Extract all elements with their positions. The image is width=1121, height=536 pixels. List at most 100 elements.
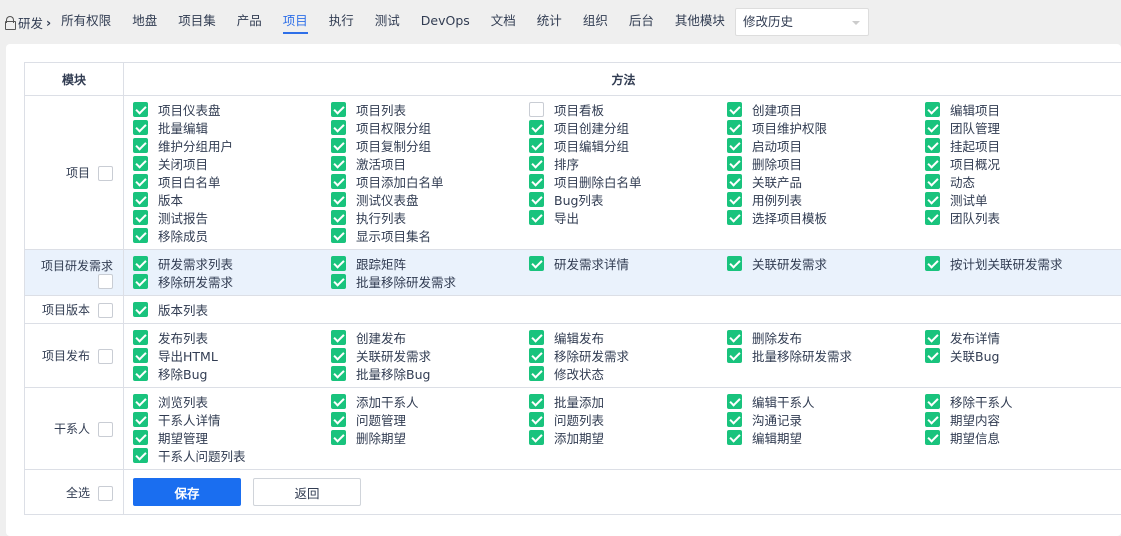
method-item[interactable]: 发布列表 (133, 330, 331, 346)
method-item[interactable]: 项目复制分组 (331, 138, 529, 154)
method-item[interactable]: 批量移除研发需求 (331, 274, 529, 290)
method-checkbox[interactable] (727, 192, 742, 207)
method-item[interactable]: 项目概况 (925, 156, 1121, 172)
method-item[interactable]: 添加期望 (529, 430, 727, 446)
select-all-checkbox[interactable] (98, 485, 113, 501)
method-checkbox[interactable] (529, 102, 544, 117)
method-checkbox[interactable] (925, 348, 940, 363)
method-item[interactable]: Bug列表 (529, 192, 727, 208)
method-checkbox[interactable] (529, 394, 544, 409)
method-checkbox[interactable] (133, 256, 148, 271)
method-item[interactable]: 项目白名单 (133, 174, 331, 190)
method-item[interactable]: 用例列表 (727, 192, 925, 208)
tab-1[interactable]: 地盘 (132, 10, 157, 34)
method-item[interactable]: 编辑干系人 (727, 394, 925, 410)
method-checkbox[interactable] (727, 330, 742, 345)
method-item[interactable]: 项目添加白名单 (331, 174, 529, 190)
module-checkbox[interactable] (98, 303, 113, 318)
method-item[interactable]: 显示项目集名 (331, 228, 529, 244)
method-checkbox[interactable] (727, 412, 742, 427)
tab-6[interactable]: 测试 (375, 10, 400, 34)
method-checkbox[interactable] (331, 156, 346, 171)
method-item[interactable]: 版本 (133, 192, 331, 208)
method-item[interactable]: 批量移除Bug (331, 366, 529, 382)
method-item[interactable]: 启动项目 (727, 138, 925, 154)
method-item[interactable]: 导出HTML (133, 348, 331, 364)
method-item[interactable]: 修改状态 (529, 366, 727, 382)
tab-2[interactable]: 项目集 (178, 10, 216, 34)
method-item[interactable]: 关联研发需求 (331, 348, 529, 364)
method-item[interactable]: 团队管理 (925, 120, 1121, 136)
method-checkbox[interactable] (331, 394, 346, 409)
method-checkbox[interactable] (529, 192, 544, 207)
method-checkbox[interactable] (529, 174, 544, 189)
method-checkbox[interactable] (727, 120, 742, 135)
method-item[interactable]: 创建项目 (727, 102, 925, 118)
method-item[interactable]: 问题列表 (529, 412, 727, 428)
method-checkbox[interactable] (133, 394, 148, 409)
module-checkbox[interactable] (98, 273, 113, 289)
method-checkbox[interactable] (925, 210, 940, 225)
method-item[interactable]: 选择项目模板 (727, 210, 925, 226)
method-checkbox[interactable] (925, 256, 940, 271)
method-checkbox[interactable] (133, 412, 148, 427)
method-item[interactable]: 测试报告 (133, 210, 331, 226)
method-checkbox[interactable] (925, 394, 940, 409)
module-checkbox[interactable] (98, 349, 113, 364)
method-checkbox[interactable] (133, 156, 148, 171)
method-item[interactable]: 挂起项目 (925, 138, 1121, 154)
method-checkbox[interactable] (529, 348, 544, 363)
method-item[interactable]: 项目创建分组 (529, 120, 727, 136)
method-item[interactable]: 关联研发需求 (727, 256, 925, 272)
history-select[interactable]: 修改历史 (735, 8, 869, 36)
method-checkbox[interactable] (331, 102, 346, 117)
method-item[interactable]: 沟通记录 (727, 412, 925, 428)
tab-4[interactable]: 项目 (282, 10, 308, 34)
method-item[interactable]: 动态 (925, 174, 1121, 190)
method-item[interactable]: 删除发布 (727, 330, 925, 346)
method-checkbox[interactable] (133, 174, 148, 189)
method-item[interactable]: 干系人详情 (133, 412, 331, 428)
method-item[interactable]: 创建发布 (331, 330, 529, 346)
method-item[interactable]: 按计划关联研发需求 (925, 256, 1121, 272)
method-item[interactable]: 跟踪矩阵 (331, 256, 529, 272)
method-checkbox[interactable] (133, 138, 148, 153)
method-item[interactable]: 项目编辑分组 (529, 138, 727, 154)
method-checkbox[interactable] (727, 174, 742, 189)
method-item[interactable]: 激活项目 (331, 156, 529, 172)
method-item[interactable]: 关闭项目 (133, 156, 331, 172)
method-checkbox[interactable] (133, 210, 148, 225)
method-item[interactable]: 期望信息 (925, 430, 1121, 446)
method-item[interactable]: 执行列表 (331, 210, 529, 226)
method-checkbox[interactable] (133, 192, 148, 207)
method-item[interactable]: 排序 (529, 156, 727, 172)
method-checkbox[interactable] (727, 210, 742, 225)
method-checkbox[interactable] (133, 430, 148, 445)
method-item[interactable]: 项目权限分组 (331, 120, 529, 136)
method-item[interactable]: 项目仪表盘 (133, 102, 331, 118)
method-checkbox[interactable] (133, 348, 148, 363)
method-item[interactable]: 关联Bug (925, 348, 1121, 364)
tab-10[interactable]: 组织 (583, 10, 608, 34)
method-checkbox[interactable] (529, 412, 544, 427)
method-checkbox[interactable] (331, 210, 346, 225)
breadcrumb[interactable]: 研发 › (5, 13, 51, 32)
method-item[interactable]: 批量移除研发需求 (727, 348, 925, 364)
method-item[interactable]: 移除研发需求 (133, 274, 331, 290)
method-checkbox[interactable] (925, 156, 940, 171)
method-checkbox[interactable] (133, 448, 148, 463)
method-checkbox[interactable] (529, 366, 544, 381)
method-checkbox[interactable] (133, 302, 148, 317)
method-checkbox[interactable] (925, 430, 940, 445)
tab-3[interactable]: 产品 (237, 10, 262, 34)
method-checkbox[interactable] (529, 430, 544, 445)
method-checkbox[interactable] (331, 330, 346, 345)
method-item[interactable]: 移除成员 (133, 228, 331, 244)
method-checkbox[interactable] (331, 366, 346, 381)
tab-0[interactable]: 所有权限 (61, 10, 111, 34)
tab-11[interactable]: 后台 (629, 10, 654, 34)
method-checkbox[interactable] (331, 228, 346, 243)
method-item[interactable]: 测试单 (925, 192, 1121, 208)
method-checkbox[interactable] (331, 348, 346, 363)
method-checkbox[interactable] (529, 120, 544, 135)
